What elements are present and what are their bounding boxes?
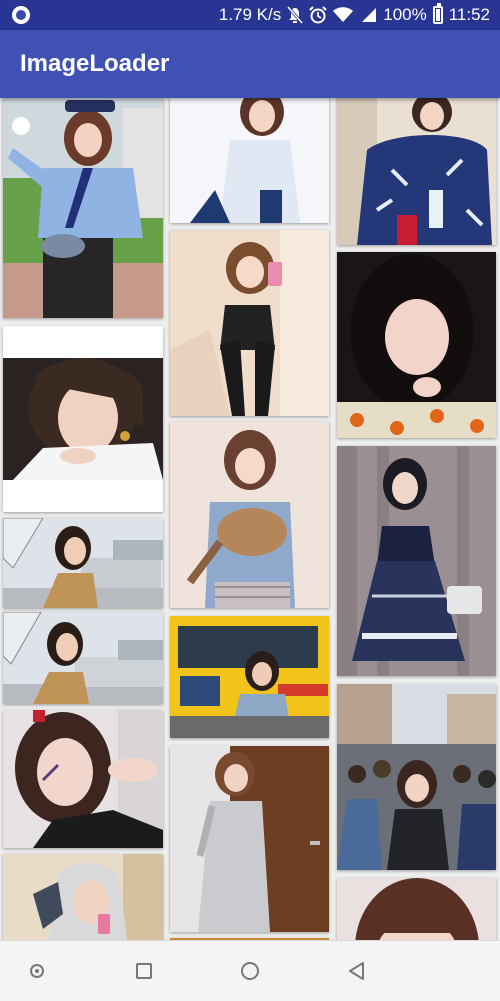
alarm-icon <box>309 0 327 30</box>
photo-blue-kimono <box>337 98 496 245</box>
photo-gold-earring <box>3 358 163 480</box>
assist-icon <box>30 964 44 978</box>
photo-card-hooded-selfie[interactable] <box>3 854 163 940</box>
photo-grey-coat-door <box>170 746 329 932</box>
photo-card-face-paint[interactable] <box>3 710 163 848</box>
battery-percent: 100% <box>383 5 427 24</box>
notification-app-icon <box>12 6 30 24</box>
photo-card-crowd-street[interactable] <box>337 684 496 870</box>
photo-halloween-selfie <box>337 252 496 438</box>
assist-button[interactable] <box>7 941 67 1001</box>
back-icon <box>349 962 364 980</box>
photo-card-bangs-closeup[interactable] <box>337 878 496 940</box>
photo-card-blue-kimono[interactable] <box>337 98 496 245</box>
signal-icon <box>359 0 377 30</box>
status-bar-right: 1.79 K/s 100% 11:52 <box>219 0 490 30</box>
wifi-icon <box>333 0 354 30</box>
home-button[interactable] <box>220 941 280 1001</box>
photo-card-umbrella-street-1[interactable] <box>3 518 163 608</box>
photo-mirror-selfie <box>170 230 329 416</box>
recents-icon <box>136 963 152 979</box>
home-icon <box>241 962 259 980</box>
back-button[interactable] <box>327 941 387 1001</box>
photo-card-halloween-selfie[interactable] <box>337 252 496 438</box>
photo-umbrella-street-2 <box>3 612 163 704</box>
mute-icon <box>287 0 304 30</box>
photo-face-paint <box>3 710 163 848</box>
photo-card-mirror-selfie[interactable] <box>170 230 329 416</box>
photo-card-citybus-street[interactable] <box>170 616 329 738</box>
photo-card-umbrella-street-2[interactable] <box>3 612 163 704</box>
photo-card-police-cosplay[interactable] <box>3 98 163 318</box>
photo-umbrella-street-1 <box>3 518 163 608</box>
photo-lolita-dress <box>337 446 496 676</box>
recents-button[interactable] <box>114 941 174 1001</box>
photo-card-girl-with-cat[interactable] <box>170 422 329 608</box>
app-bar: ImageLoader <box>0 30 500 98</box>
photo-police-cosplay <box>3 98 163 318</box>
photo-white-shirt <box>170 98 329 223</box>
network-speed: 1.79 K/s <box>218 5 282 24</box>
navigation-bar <box>0 940 500 1001</box>
photo-citybus-street <box>170 616 329 738</box>
photo-hooded-selfie <box>3 854 163 940</box>
status-bar: 1.79 K/s 100% 11:52 <box>0 0 500 30</box>
photo-card-gold-earring[interactable] <box>3 326 163 512</box>
photo-bangs-closeup <box>337 878 496 940</box>
photo-card-grey-coat-door[interactable] <box>170 746 329 932</box>
photo-card-lolita-dress[interactable] <box>337 446 496 676</box>
image-grid[interactable] <box>0 98 500 940</box>
photo-girl-with-cat <box>170 422 329 608</box>
photo-card-white-shirt[interactable] <box>170 98 329 223</box>
battery-charging-icon <box>432 0 443 30</box>
photo-crowd-street <box>337 684 496 870</box>
clock: 11:52 <box>448 5 490 24</box>
app-title: ImageLoader <box>20 50 170 77</box>
